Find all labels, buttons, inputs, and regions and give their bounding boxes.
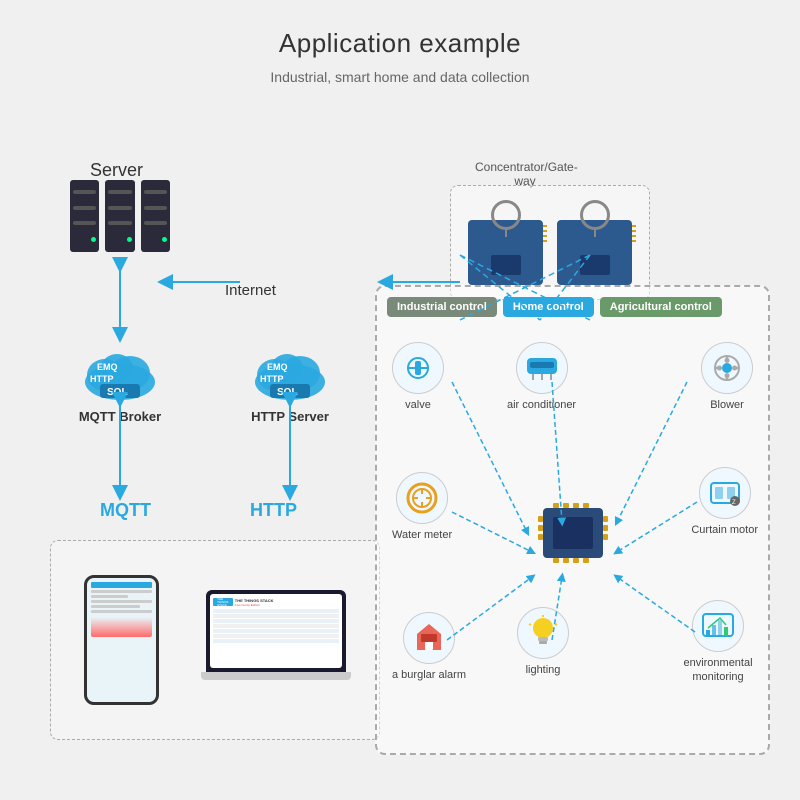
module-2 xyxy=(557,220,632,285)
module-antenna-1 xyxy=(491,200,521,230)
module-pins-2 xyxy=(632,225,636,242)
laptop-logo: THETHINGSSTACK xyxy=(213,598,233,606)
devices-section: THETHINGSSTACK THE THINGS STACK Communit… xyxy=(50,540,380,740)
iot-item-lighting: lighting xyxy=(517,607,569,677)
laptop-title: THE THINGS STACK xyxy=(235,598,274,603)
iot-item-env-monitoring: environmental monitoring xyxy=(678,600,758,685)
ac-icon xyxy=(516,342,568,394)
internet-label: Internet xyxy=(225,282,276,299)
phone-screen xyxy=(87,578,156,702)
module-board-2 xyxy=(557,220,632,285)
page-subtitle: Industrial, smart home and data collecti… xyxy=(0,69,800,85)
iot-item-valve: valve xyxy=(392,342,444,412)
svg-text:EMQ: EMQ xyxy=(267,362,288,372)
mqtt-label: MQTT xyxy=(100,500,151,521)
laptop-subtitle: Community Edition xyxy=(235,603,274,607)
chip-pins-top xyxy=(553,503,589,508)
valve-icon xyxy=(392,342,444,394)
lighting-label: lighting xyxy=(526,663,561,677)
page-title: Application example xyxy=(0,0,800,59)
module-board-1 xyxy=(468,220,543,285)
chip-inner xyxy=(553,517,593,549)
diagram: Server xyxy=(30,100,770,760)
server-unit-1 xyxy=(70,180,99,252)
curtain-motor-icon: Z xyxy=(699,467,751,519)
laptop-mockup: THETHINGSSTACK THE THINGS STACK Communit… xyxy=(206,590,346,690)
module-pins-1 xyxy=(543,225,547,242)
laptop-content: THETHINGSSTACK THE THINGS STACK Communit… xyxy=(210,594,342,668)
iot-item-water-meter: Water meter xyxy=(392,472,452,542)
http-server-label: HTTP Server xyxy=(251,409,329,424)
http-label: HTTP xyxy=(250,500,297,521)
concentrator-label: Concentrator/Gate-way xyxy=(475,160,575,188)
svg-text:EMQ: EMQ xyxy=(97,362,118,372)
center-chip xyxy=(543,508,603,558)
tab-home: Home control xyxy=(503,297,594,317)
svg-text:SQL: SQL xyxy=(277,387,298,398)
iot-item-burglar-alarm: a burglar alarm xyxy=(392,612,466,682)
iot-item-blower: Blower xyxy=(701,342,753,412)
burglar-alarm-icon xyxy=(403,612,455,664)
lighting-icon xyxy=(517,607,569,659)
water-meter-label: Water meter xyxy=(392,528,452,542)
valve-label: valve xyxy=(405,398,431,412)
server-icon xyxy=(70,180,170,260)
chip-pins-right xyxy=(603,516,608,540)
concentrator-box xyxy=(450,185,650,300)
iot-content-area: valve air conditioner xyxy=(377,322,768,743)
water-meter-icon xyxy=(396,472,448,524)
module-1 xyxy=(468,220,543,285)
mqtt-broker-label: MQTT Broker xyxy=(79,409,161,424)
page: Application example Industrial, smart ho… xyxy=(0,0,800,800)
blower-icon xyxy=(701,342,753,394)
mqtt-broker-section: EMQ HTTP SQL MQTT Broker xyxy=(75,340,165,424)
blower-label: Blower xyxy=(710,398,744,412)
chip-pins-bottom xyxy=(553,558,589,563)
server-label: Server xyxy=(90,160,143,181)
tab-agricultural: Agricultural control xyxy=(600,297,722,317)
server-unit-2 xyxy=(105,180,134,252)
phone-mockup xyxy=(84,575,159,705)
svg-text:Z: Z xyxy=(732,500,736,506)
module-chip-1 xyxy=(491,255,521,275)
laptop-screen: THETHINGSSTACK THE THINGS STACK Communit… xyxy=(206,590,346,672)
ac-label: air conditioner xyxy=(507,398,576,412)
iot-item-curtain-motor: Z Curtain motor xyxy=(691,467,758,537)
svg-text:SQL: SQL xyxy=(107,387,128,398)
laptop-base xyxy=(201,672,351,680)
curtain-motor-label: Curtain motor xyxy=(691,523,758,537)
env-monitoring-icon xyxy=(692,600,744,652)
server-unit-3 xyxy=(141,180,170,252)
http-cloud-icon: EMQ HTTP SQL xyxy=(245,340,335,405)
svg-text:HTTP: HTTP xyxy=(90,374,114,384)
module-chip-2 xyxy=(580,255,610,275)
chip-pins-left xyxy=(538,516,543,540)
tab-industrial: Industrial control xyxy=(387,297,497,317)
category-tabs: Industrial control Home control Agricult… xyxy=(377,287,768,322)
svg-text:HTTP: HTTP xyxy=(260,374,284,384)
iot-panel: Industrial control Home control Agricult… xyxy=(375,285,770,755)
burglar-alarm-label: a burglar alarm xyxy=(392,668,466,682)
http-server-section: EMQ HTTP SQL HTTP Server xyxy=(245,340,335,424)
module-antenna-2 xyxy=(580,200,610,230)
env-monitoring-label: environmental monitoring xyxy=(678,656,758,685)
mqtt-cloud-icon: EMQ HTTP SQL xyxy=(75,340,165,405)
iot-item-ac: air conditioner xyxy=(507,342,576,412)
